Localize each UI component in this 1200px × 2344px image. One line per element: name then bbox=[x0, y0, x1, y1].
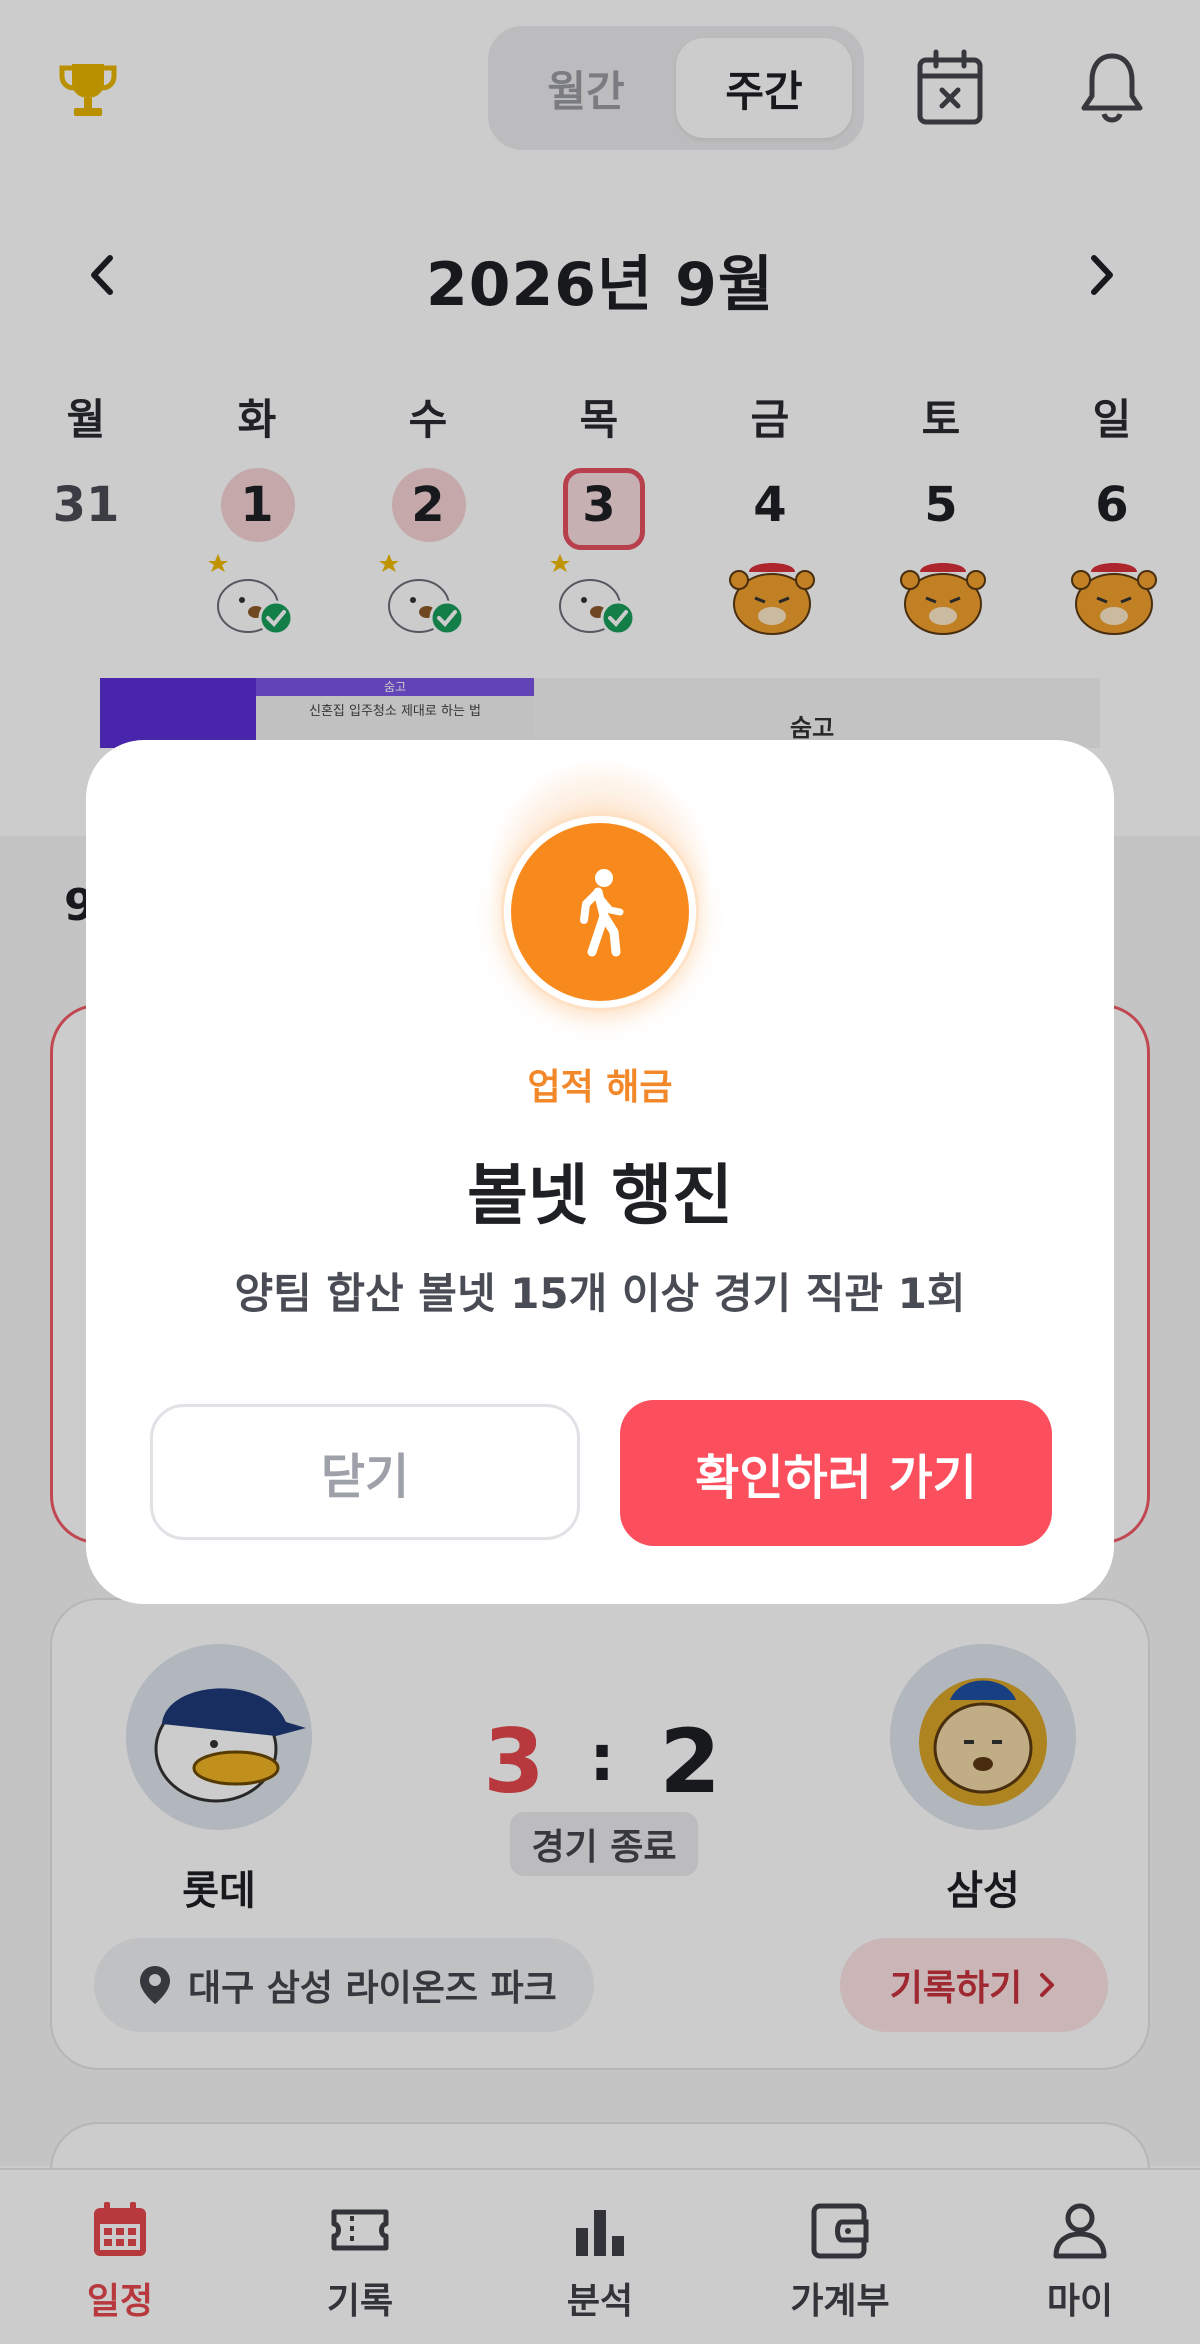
go-check-button[interactable]: 확인하러 가기 bbox=[620, 1400, 1052, 1546]
walking-person-icon bbox=[580, 869, 624, 957]
close-button[interactable]: 닫기 bbox=[150, 1404, 580, 1540]
achievement-title: 볼넷 행진 bbox=[467, 1157, 733, 1234]
achievement-description: 양팀 합산 볼넷 15개 이상 경기 직관 1회 bbox=[234, 1269, 966, 1318]
achievement-tag: 업적 해금 bbox=[527, 1067, 673, 1108]
achievement-badge bbox=[504, 816, 696, 1008]
achievement-modal: 업적 해금 볼넷 행진 양팀 합산 볼넷 15개 이상 경기 직관 1회 닫기 … bbox=[86, 740, 1114, 1604]
